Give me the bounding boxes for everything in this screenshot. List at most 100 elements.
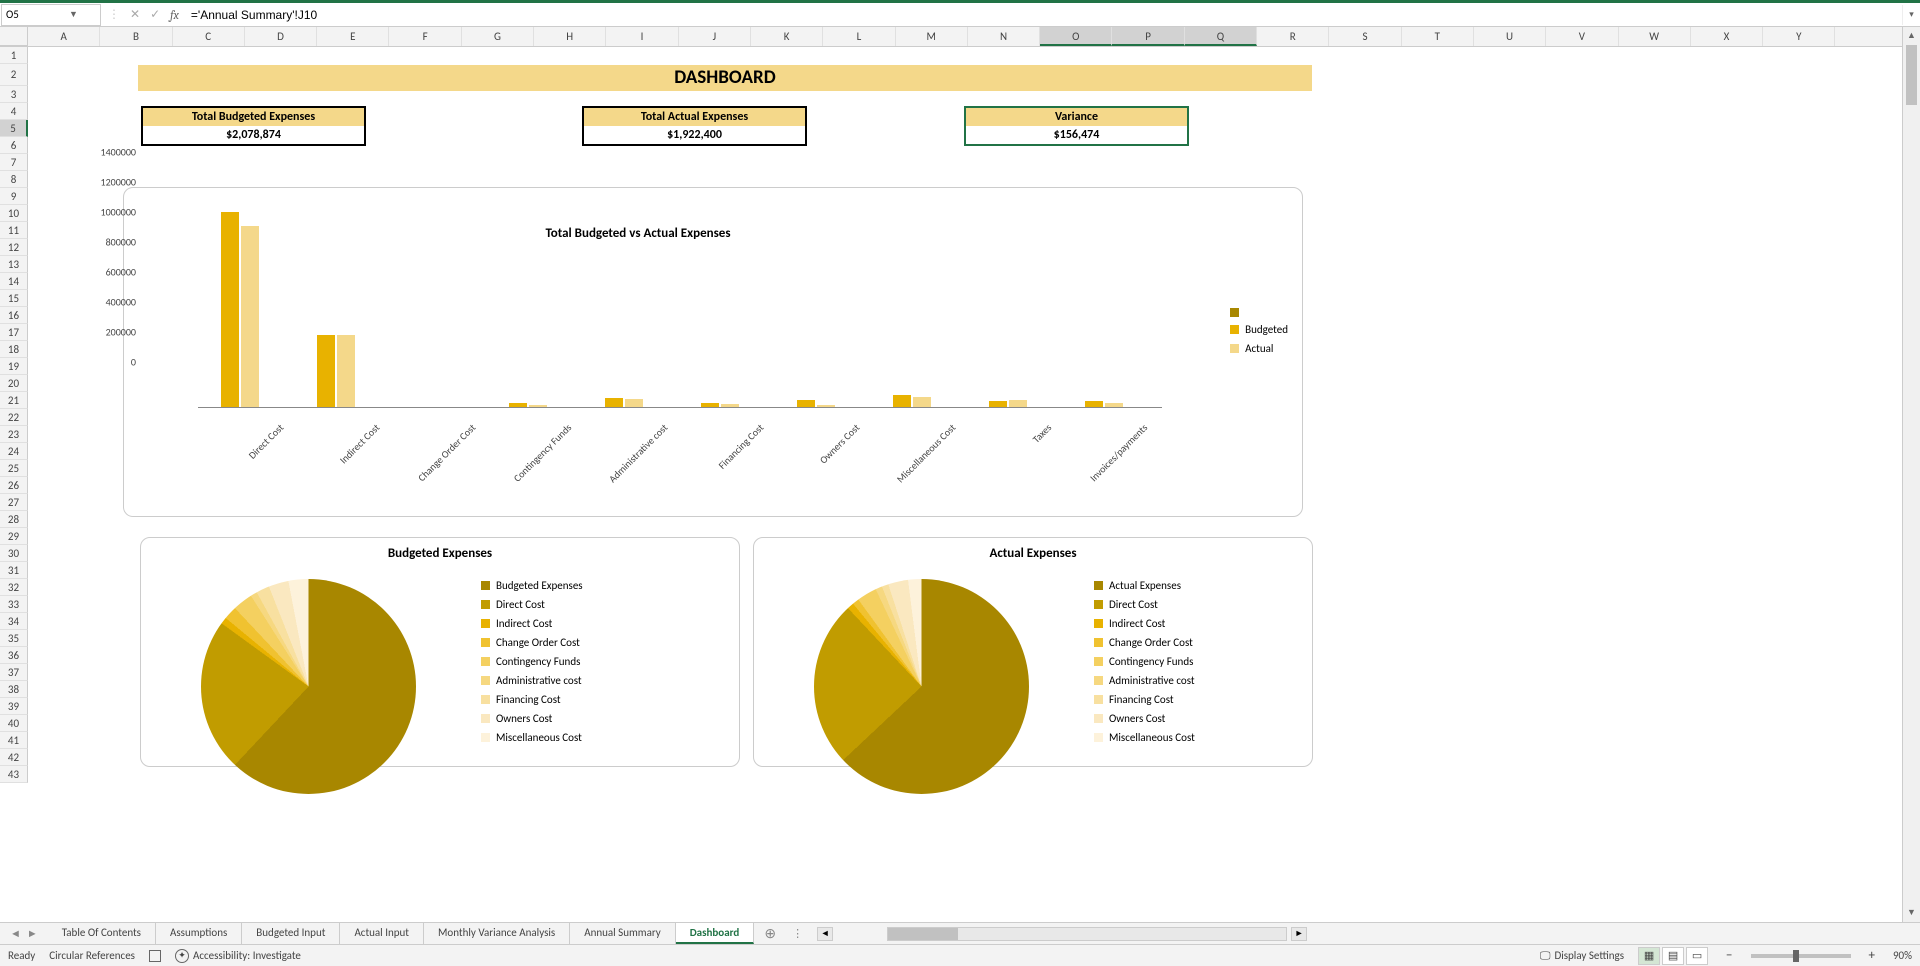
worksheet-cells[interactable]: DASHBOARD Total Budgeted Expenses $2,078… xyxy=(28,47,1902,783)
hscroll-right-icon[interactable]: ► xyxy=(1291,927,1307,941)
row-header-41[interactable]: 41 xyxy=(0,732,28,749)
row-header-24[interactable]: 24 xyxy=(0,443,28,460)
row-header-40[interactable]: 40 xyxy=(0,715,28,732)
view-normal-button[interactable]: ▦ xyxy=(1638,947,1660,965)
column-header-K[interactable]: K xyxy=(751,27,823,46)
row-header-36[interactable]: 36 xyxy=(0,647,28,664)
row-header-23[interactable]: 23 xyxy=(0,426,28,443)
column-header-W[interactable]: W xyxy=(1619,27,1691,46)
column-header-V[interactable]: V xyxy=(1546,27,1618,46)
column-header-G[interactable]: G xyxy=(462,27,534,46)
row-header-28[interactable]: 28 xyxy=(0,511,28,528)
column-header-E[interactable]: E xyxy=(317,27,389,46)
zoom-in-button[interactable]: + xyxy=(1865,948,1879,963)
macro-record-icon[interactable] xyxy=(149,950,161,962)
row-header-14[interactable]: 14 xyxy=(0,273,28,290)
new-sheet-button[interactable]: ⊕ xyxy=(754,925,786,942)
accessibility-button[interactable]: ✦ Accessibility: Investigate xyxy=(175,949,301,963)
column-header-S[interactable]: S xyxy=(1329,27,1401,46)
column-header-P[interactable]: P xyxy=(1112,27,1184,46)
select-all-corner[interactable] xyxy=(0,27,28,46)
name-box-dropdown-icon[interactable]: ▼ xyxy=(51,9,96,20)
view-page-layout-button[interactable]: ▤ xyxy=(1662,947,1684,965)
row-header-39[interactable]: 39 xyxy=(0,698,28,715)
row-header-15[interactable]: 15 xyxy=(0,290,28,307)
row-header-8[interactable]: 8 xyxy=(0,171,28,188)
formula-expand-icon[interactable]: ▾ xyxy=(1902,5,1920,25)
tab-nav-next-icon[interactable]: ► xyxy=(27,927,38,940)
row-header-20[interactable]: 20 xyxy=(0,375,28,392)
row-header-18[interactable]: 18 xyxy=(0,341,28,358)
cancel-formula-icon[interactable]: ✕ xyxy=(130,7,140,22)
tab-split-icon[interactable]: ⋮ xyxy=(786,927,809,940)
chart-actual-pie[interactable]: Actual Expenses Actual ExpensesDirect Co… xyxy=(753,537,1313,767)
sheet-tab-assumptions[interactable]: Assumptions xyxy=(156,923,242,944)
row-header-29[interactable]: 29 xyxy=(0,528,28,545)
view-page-break-button[interactable]: ▭ xyxy=(1686,947,1708,965)
kpi-variance[interactable]: Variance $156,474 xyxy=(964,106,1189,146)
column-header-H[interactable]: H xyxy=(534,27,606,46)
sheet-tab-annual-summary[interactable]: Annual Summary xyxy=(570,923,676,944)
column-header-Q[interactable]: Q xyxy=(1185,27,1257,46)
fx-icon[interactable]: fx xyxy=(170,8,179,22)
column-header-T[interactable]: T xyxy=(1402,27,1474,46)
row-header-42[interactable]: 42 xyxy=(0,749,28,766)
hscroll-left-icon[interactable]: ◄ xyxy=(817,927,833,941)
sheet-tab-dashboard[interactable]: Dashboard xyxy=(676,923,755,944)
sheet-tab-monthly-variance-analysis[interactable]: Monthly Variance Analysis xyxy=(424,923,570,944)
column-header-M[interactable]: M xyxy=(896,27,968,46)
row-header-12[interactable]: 12 xyxy=(0,239,28,256)
display-settings-button[interactable]: 🖵 Display Settings xyxy=(1540,949,1624,963)
column-header-F[interactable]: F xyxy=(389,27,461,46)
column-header-B[interactable]: B xyxy=(100,27,172,46)
row-header-33[interactable]: 33 xyxy=(0,596,28,613)
row-header-35[interactable]: 35 xyxy=(0,630,28,647)
row-header-32[interactable]: 32 xyxy=(0,579,28,596)
row-header-13[interactable]: 13 xyxy=(0,256,28,273)
scroll-thumb[interactable] xyxy=(1906,45,1917,105)
scroll-down-icon[interactable]: ▼ xyxy=(1903,904,1920,922)
sheet-tab-actual-input[interactable]: Actual Input xyxy=(340,923,424,944)
row-header-37[interactable]: 37 xyxy=(0,664,28,681)
column-header-J[interactable]: J xyxy=(679,27,751,46)
column-header-D[interactable]: D xyxy=(245,27,317,46)
name-box[interactable]: O5 ▼ xyxy=(1,4,101,26)
zoom-thumb[interactable] xyxy=(1793,950,1799,962)
row-header-11[interactable]: 11 xyxy=(0,222,28,239)
column-header-Y[interactable]: Y xyxy=(1763,27,1835,46)
row-header-17[interactable]: 17 xyxy=(0,324,28,341)
row-header-16[interactable]: 16 xyxy=(0,307,28,324)
row-header-9[interactable]: 9 xyxy=(0,188,28,205)
zoom-slider[interactable] xyxy=(1751,954,1851,958)
row-header-1[interactable]: 1 xyxy=(0,47,28,64)
tab-nav-prev-icon[interactable]: ◄ xyxy=(10,927,21,940)
row-header-21[interactable]: 21 xyxy=(0,392,28,409)
row-header-7[interactable]: 7 xyxy=(0,154,28,171)
scroll-up-icon[interactable]: ▲ xyxy=(1903,27,1920,45)
row-header-30[interactable]: 30 xyxy=(0,545,28,562)
status-circular-refs[interactable]: Circular References xyxy=(49,949,135,962)
row-header-26[interactable]: 26 xyxy=(0,477,28,494)
row-header-38[interactable]: 38 xyxy=(0,681,28,698)
row-header-4[interactable]: 4 xyxy=(0,103,28,120)
column-header-X[interactable]: X xyxy=(1691,27,1763,46)
zoom-level[interactable]: 90% xyxy=(1893,949,1912,962)
column-header-N[interactable]: N xyxy=(968,27,1040,46)
column-header-R[interactable]: R xyxy=(1257,27,1329,46)
column-header-U[interactable]: U xyxy=(1474,27,1546,46)
hscroll-thumb[interactable] xyxy=(888,928,958,940)
row-header-2[interactable]: 2 xyxy=(0,64,28,86)
vertical-scrollbar[interactable]: ▲ ▼ xyxy=(1902,27,1920,922)
column-header-I[interactable]: I xyxy=(606,27,678,46)
row-header-22[interactable]: 22 xyxy=(0,409,28,426)
accept-formula-icon[interactable]: ✓ xyxy=(150,7,160,22)
row-header-31[interactable]: 31 xyxy=(0,562,28,579)
row-header-5[interactable]: 5 xyxy=(0,120,28,137)
row-header-27[interactable]: 27 xyxy=(0,494,28,511)
column-header-L[interactable]: L xyxy=(823,27,895,46)
row-header-6[interactable]: 6 xyxy=(0,137,28,154)
column-header-C[interactable]: C xyxy=(173,27,245,46)
zoom-out-button[interactable]: − xyxy=(1722,948,1736,963)
row-header-25[interactable]: 25 xyxy=(0,460,28,477)
sheet-tab-table-of-contents[interactable]: Table Of Contents xyxy=(48,923,156,944)
